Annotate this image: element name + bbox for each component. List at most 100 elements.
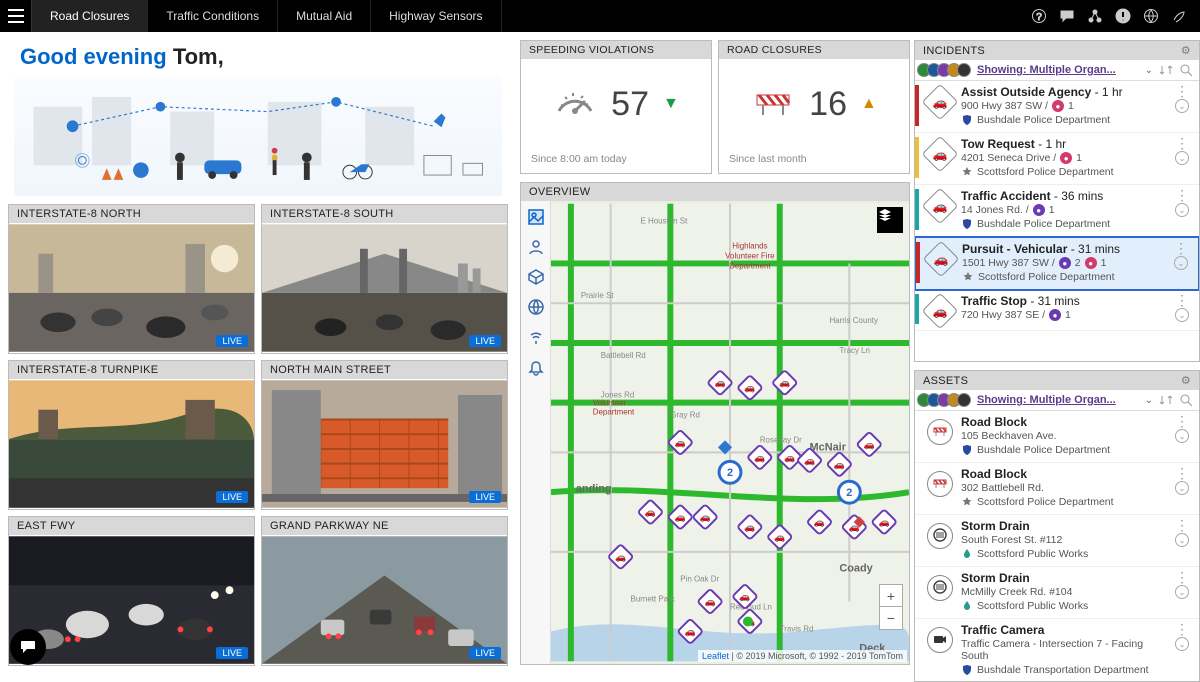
asset-title: Storm Drain (961, 571, 1171, 585)
trend-up-icon: ▲ (861, 95, 877, 113)
camera-tile[interactable]: INTERSTATE-8 TURNPIKELIVE (8, 360, 255, 510)
chat-icon[interactable] (1054, 3, 1080, 29)
map-tool-sidebar (521, 201, 551, 664)
search-icon[interactable] (1179, 393, 1193, 407)
zoom-out-button[interactable]: − (880, 607, 902, 629)
sort-icon[interactable] (1159, 63, 1173, 77)
camera-tile[interactable]: INTERSTATE-8 NORTHLIVE (8, 204, 255, 354)
map-layer-photo-icon[interactable] (526, 207, 546, 227)
svg-text:Burnett Park: Burnett Park (631, 595, 675, 604)
network-icon[interactable] (1082, 3, 1108, 29)
svg-text:Prairie St: Prairie St (581, 291, 614, 300)
expand-icon[interactable]: ⌄ (1175, 308, 1189, 322)
incident-location: 4201 Seneca Drive / ● 1 (961, 152, 1171, 164)
menu-button[interactable] (0, 0, 32, 32)
svg-text:Department: Department (593, 408, 635, 417)
nav-tab[interactable]: Road Closures (32, 0, 148, 32)
more-icon[interactable]: ⋮ (1175, 625, 1189, 633)
assets-filter-bar: Showing: Multiple Organ... ⌄ (915, 390, 1199, 411)
gear-icon[interactable]: ⚙ (1181, 44, 1191, 57)
incident-title: Traffic Stop - 31 mins (961, 294, 1171, 308)
zoom-in-button[interactable]: + (880, 585, 902, 607)
nav-tab[interactable]: Mutual Aid (278, 0, 371, 32)
incidents-list[interactable]: 🚗 Assist Outside Agency - 1 hr 900 Hwy 3… (915, 81, 1199, 361)
org-chips[interactable] (921, 393, 971, 407)
chat-button[interactable] (10, 629, 46, 665)
help-icon[interactable]: ? (1026, 3, 1052, 29)
incident-item[interactable]: 🚗 Traffic Accident - 36 mins 14 Jones Rd… (915, 185, 1199, 237)
more-icon[interactable]: ⋮ (1175, 417, 1189, 425)
incidents-filter-label[interactable]: Showing: Multiple Organ... (977, 64, 1139, 76)
map-person-icon[interactable] (526, 237, 546, 257)
closures-note: Since last month (719, 149, 909, 173)
camera-tile[interactable]: NORTH MAIN STREETLIVE (261, 360, 508, 510)
more-icon[interactable]: ⋮ (1175, 521, 1189, 529)
svg-text:Gray Rd: Gray Rd (670, 411, 700, 420)
map[interactable]: E Houston St Prairie St Battlebell Rd Jo… (551, 201, 909, 664)
chevron-down-icon[interactable]: ⌄ (1145, 65, 1153, 76)
overview-panel: OVERVIEW E Houston St (520, 182, 910, 665)
map-globe-icon[interactable] (526, 297, 546, 317)
asset-item[interactable]: Road Block 105 Beckhaven Ave. Bushdale P… (915, 411, 1199, 463)
svg-text:🚗: 🚗 (675, 437, 686, 447)
expand-icon[interactable]: ⌄ (1174, 256, 1188, 270)
expand-icon[interactable]: ⌄ (1175, 533, 1189, 547)
svg-text:🚗: 🚗 (804, 455, 815, 465)
expand-icon[interactable]: ⌄ (1175, 481, 1189, 495)
incident-item[interactable]: 🚗 Tow Request - 1 hr 4201 Seneca Drive /… (915, 133, 1199, 185)
asset-item[interactable]: Traffic Camera Traffic Camera - Intersec… (915, 619, 1199, 681)
camera-title: NORTH MAIN STREET (262, 361, 507, 379)
speeding-card[interactable]: SPEEDING VIOLATIONS 57 ▼ Since 8:00 am t… (520, 40, 712, 174)
svg-text:🚗: 🚗 (774, 532, 785, 542)
svg-text:Department: Department (729, 261, 771, 270)
assets-filter-label[interactable]: Showing: Multiple Organ... (977, 394, 1139, 406)
camera-tile[interactable]: GRAND PARKWAY NELIVE (261, 516, 508, 666)
camera-feed: LIVE (9, 379, 254, 509)
asset-item[interactable]: Storm Drain South Forest St. #112 Scotts… (915, 515, 1199, 567)
incident-item[interactable]: 🚗 Assist Outside Agency - 1 hr 900 Hwy 3… (915, 81, 1199, 133)
closures-card[interactable]: ROAD CLOSURES 16 ▲ Since last month (718, 40, 910, 174)
svg-text:Coady: Coady (839, 563, 873, 575)
asset-org: Scottsford Public Works (961, 600, 1171, 612)
chat-icon (19, 638, 37, 656)
camera-title: GRAND PARKWAY NE (262, 517, 507, 535)
more-icon[interactable]: ⋮ (1175, 573, 1189, 581)
leaf-icon[interactable] (1166, 3, 1192, 29)
nav-tab[interactable]: Highway Sensors (371, 0, 501, 32)
asset-location: South Forest St. #112 (961, 534, 1171, 546)
expand-icon[interactable]: ⌄ (1175, 203, 1189, 217)
sort-icon[interactable] (1159, 393, 1173, 407)
map-layers-button[interactable] (877, 207, 903, 233)
map-cube-icon[interactable] (526, 267, 546, 287)
more-icon[interactable]: ⋮ (1175, 296, 1189, 304)
expand-icon[interactable]: ⌄ (1175, 429, 1189, 443)
asset-item[interactable]: Road Block 302 Battlebell Rd. Scottsford… (915, 463, 1199, 515)
more-icon[interactable]: ⋮ (1174, 244, 1188, 252)
expand-icon[interactable]: ⌄ (1175, 151, 1189, 165)
chevron-down-icon[interactable]: ⌄ (1145, 395, 1153, 406)
svg-text:🚗: 🚗 (834, 459, 845, 469)
expand-icon[interactable]: ⌄ (1175, 585, 1189, 599)
more-icon[interactable]: ⋮ (1175, 87, 1189, 95)
camera-tile[interactable]: INTERSTATE-8 SOUTHLIVE (261, 204, 508, 354)
org-chips[interactable] (921, 63, 971, 77)
incident-title: Tow Request - 1 hr (961, 137, 1171, 151)
map-bell-icon[interactable] (526, 357, 546, 377)
asset-item[interactable]: Storm Drain McMilly Creek Rd. #104 Scott… (915, 567, 1199, 619)
expand-icon[interactable]: ⌄ (1175, 99, 1189, 113)
more-icon[interactable]: ⋮ (1175, 139, 1189, 147)
more-icon[interactable]: ⋮ (1175, 469, 1189, 477)
more-icon[interactable]: ⋮ (1175, 191, 1189, 199)
svg-text:2: 2 (727, 467, 733, 479)
expand-icon[interactable]: ⌄ (1175, 637, 1189, 651)
globe-icon[interactable] (1138, 3, 1164, 29)
map-signal-icon[interactable] (526, 327, 546, 347)
gear-icon[interactable]: ⚙ (1181, 374, 1191, 387)
alert-icon[interactable] (1110, 3, 1136, 29)
incident-item[interactable]: 🚗 Pursuit - Vehicular - 31 mins 1501 Hwy… (915, 236, 1199, 291)
assets-list[interactable]: Road Block 105 Beckhaven Ave. Bushdale P… (915, 411, 1199, 681)
svg-text:🚗: 🚗 (739, 592, 750, 602)
incident-item[interactable]: 🚗 Traffic Stop - 31 mins 720 Hwy 387 SE … (915, 290, 1199, 331)
nav-tab[interactable]: Traffic Conditions (148, 0, 278, 32)
search-icon[interactable] (1179, 63, 1193, 77)
